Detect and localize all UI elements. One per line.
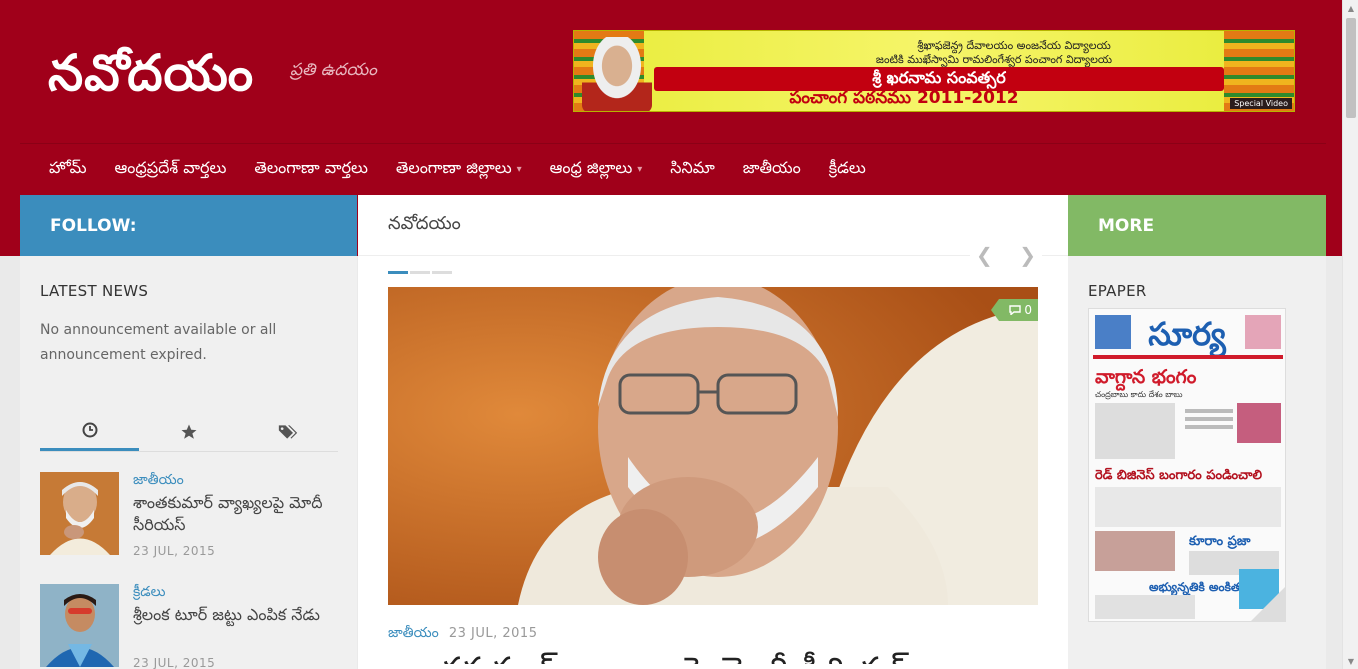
epaper-thumbnail[interactable]: సూర్య వాగ్దాన భంగం చంద్రబాబు కాదు దేశం బ…: [1088, 308, 1286, 622]
slider-dots: [388, 271, 452, 274]
scroll-down-arrow-icon[interactable]: ▼: [1343, 653, 1358, 669]
featured-title[interactable]: శాంతకుమార్ వ్యాఖ్యలపై మోదీ సీరియస్: [388, 650, 1038, 664]
banner-portrait: [582, 37, 652, 111]
nav-item-label: తెలంగాణా జిల్లాలు: [395, 158, 512, 177]
nav-item[interactable]: ఆంధ్ర జిల్లాలు ▾: [550, 158, 643, 181]
nav-item[interactable]: తెలంగాణా జిల్లాలు ▾: [396, 158, 522, 181]
featured-image[interactable]: 0: [388, 287, 1038, 605]
post-category[interactable]: జాతీయం: [133, 472, 184, 491]
nav-item-label: సినిమా: [670, 158, 715, 177]
chevron-down-icon: ▾: [637, 164, 643, 175]
nav-item-label: క్రీడలు: [828, 158, 866, 177]
featured-photo: [388, 287, 1038, 605]
post-category[interactable]: క్రీడలు: [133, 584, 165, 603]
post-thumbnail[interactable]: [40, 584, 119, 667]
post-thumbnail[interactable]: [40, 472, 119, 555]
epaper-headline2: రెడ్ బిజినెస్ బంగారం పండించాలి: [1095, 467, 1262, 483]
post-date: 23 JUL, 2015: [448, 626, 538, 641]
list-item[interactable]: క్రీడలు శ్రీలంక టూర్ జట్టు ఎంపిక నేడు 23…: [40, 584, 340, 669]
nav-item[interactable]: హోమ్: [49, 158, 87, 181]
post-title[interactable]: శ్రీలంక టూర్ జట్టు ఎంపిక నేడు: [133, 604, 338, 626]
tab-recent[interactable]: [40, 412, 140, 451]
nav-item-label: జాతీయం: [742, 158, 801, 177]
tab-popular[interactable]: [139, 412, 238, 451]
slider-controls: ❮ ❯: [970, 243, 1042, 267]
more-header: MORE: [1068, 195, 1326, 256]
chevron-down-icon: ▾: [516, 164, 522, 175]
epaper-headline4: అభ్యున్నతికి అంకితం: [1149, 580, 1246, 596]
nav-item[interactable]: ఆంధ్రప్రదేశ్ వార్తలు: [115, 158, 227, 181]
post-date: 23 JUL, 2015: [133, 656, 216, 669]
follow-header: FOLLOW:: [20, 195, 357, 256]
clock-icon: [82, 422, 98, 438]
comment-count: 0: [1024, 303, 1032, 317]
slider-dot[interactable]: [432, 271, 452, 274]
right-sidebar: EPAPER సూర్య వాగ్దాన భంగం చంద్రబాబు కాదు…: [1068, 256, 1326, 669]
section-heading: నవోదయం: [358, 195, 1068, 256]
comment-icon: [1009, 305, 1022, 315]
scroll-up-arrow-icon[interactable]: ▲: [1343, 0, 1358, 16]
epaper-masthead: సూర్య: [1148, 315, 1227, 358]
post-category[interactable]: జాతీయం: [388, 625, 439, 641]
site-tagline: ప్రతి ఉదయం: [290, 60, 377, 80]
banner-video-badge: Special Video: [1230, 98, 1292, 109]
scrollbar-thumb[interactable]: [1346, 18, 1356, 118]
announcement-text: No announcement available or all announc…: [40, 322, 277, 363]
epaper-title: EPAPER: [1088, 282, 1147, 300]
chevron-left-icon[interactable]: ❮: [970, 243, 993, 267]
page-scrollbar[interactable]: ▲ ▼: [1342, 0, 1358, 669]
epaper-headline1: వాగ్దాన భంగం: [1095, 366, 1197, 391]
tab-tags[interactable]: [239, 412, 338, 451]
latest-news-title: LATEST NEWS: [40, 282, 149, 300]
nav-item-label: తెలంగాణా వార్తలు: [254, 158, 368, 177]
banner-strip2: పంచాంగ పఠనము 2011-2012: [789, 88, 1019, 108]
nav-item[interactable]: తెలంగాణా వార్తలు: [254, 158, 368, 181]
epaper-sub1: చంద్రబాబు కాదు దేశం బాబు: [1095, 390, 1183, 400]
chevron-right-icon[interactable]: ❯: [1019, 243, 1042, 267]
main-nav: హోమ్ ఆంధ్రప్రదేశ్ వార్తలు తెలంగాణా వార్తలు…: [20, 143, 1326, 195]
nav-item[interactable]: జాతీయం: [743, 158, 801, 181]
post-title[interactable]: శాంతకుమార్ వ్యాఖ్యలపై మోదీ సీరియస్: [133, 492, 338, 536]
star-icon: [181, 424, 197, 439]
slider-dot[interactable]: [410, 271, 430, 274]
slider-dot[interactable]: [388, 271, 408, 274]
nav-item-label: ఆంధ్రప్రదేశ్ వార్తలు: [114, 158, 227, 177]
post-meta: జాతీయం 23 JUL, 2015: [388, 625, 537, 644]
sidebar-tabs: [40, 412, 338, 452]
nav-item-label: హోమ్: [49, 158, 87, 177]
epaper-page: సూర్య వాగ్దాన భంగం చంద్రబాబు కాదు దేశం బ…: [1089, 309, 1285, 621]
nav-item-label: ఆంధ్ర జిల్లాలు: [549, 158, 633, 177]
tags-icon: [279, 424, 298, 439]
list-item[interactable]: జాతీయం శాంతకుమార్ వ్యాఖ్యలపై మోదీ సీరియస…: [40, 472, 340, 562]
header-banner-ad[interactable]: శ్రీఖాఫజెన్ద్ర దేవాలయం అంజనేయ విద్యాలయ జ…: [573, 30, 1295, 112]
nav-item[interactable]: క్రీడలు: [829, 158, 866, 181]
main-content: నవోదయం ❮ ❯ 0 జాతీయం 23 JUL, 2015: [358, 195, 1068, 669]
comment-count-badge[interactable]: 0: [991, 299, 1038, 321]
epaper-headline3: కూరాం ప్రజా: [1188, 534, 1251, 549]
post-date: 23 JUL, 2015: [133, 544, 216, 558]
left-sidebar: LATEST NEWS No announcement available or…: [20, 256, 357, 669]
site-title[interactable]: నవోదయం: [48, 44, 254, 115]
nav-item[interactable]: సినిమా: [670, 158, 715, 181]
